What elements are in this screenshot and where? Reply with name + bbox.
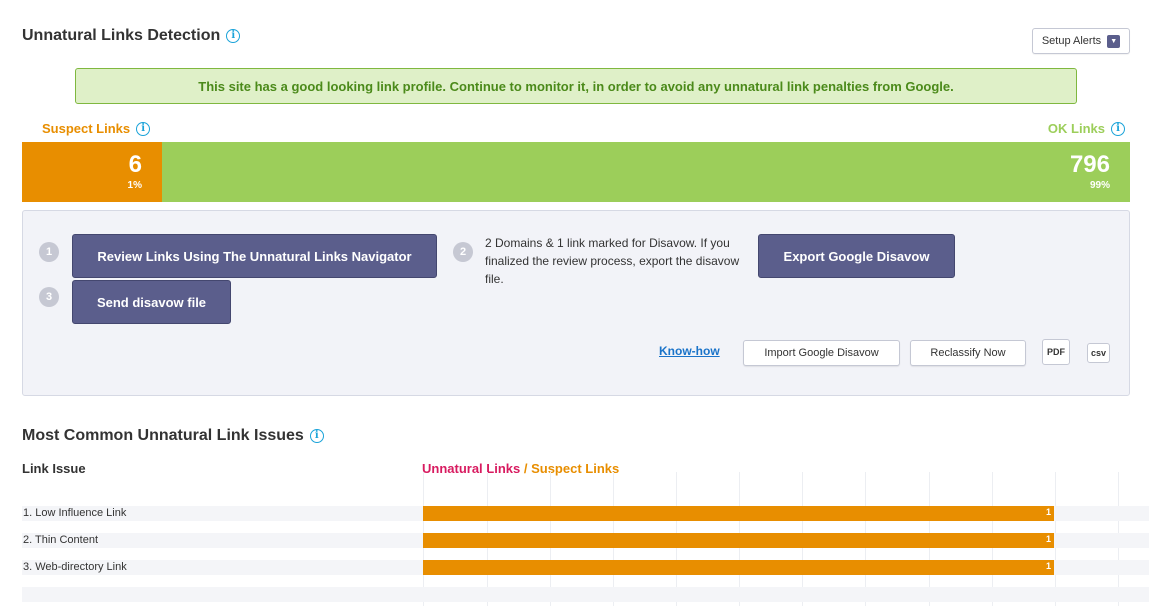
ok-links-label: OK Links i bbox=[1048, 121, 1125, 136]
pdf-export-button[interactable]: PDF bbox=[1042, 339, 1070, 365]
issue-bar-value: 1 bbox=[1045, 561, 1051, 571]
ok-links-label-text: OK Links bbox=[1047, 121, 1105, 136]
step-2-badge: 2 bbox=[453, 242, 473, 262]
dropdown-arrow-icon: ▼ bbox=[1107, 34, 1121, 48]
disavow-workflow-panel: 1 Review Links Using The Unnatural Links… bbox=[22, 210, 1130, 396]
suspect-links-count: 6 bbox=[128, 151, 142, 178]
page-title-text: Unnatural Links Detection bbox=[22, 27, 221, 44]
know-how-link[interactable]: Know-how bbox=[659, 344, 720, 358]
ok-links-count: 796 bbox=[1069, 151, 1110, 178]
step-1-badge: 1 bbox=[39, 242, 59, 262]
step-2-description: 2 Domains & 1 link marked for Disavow. I… bbox=[485, 236, 740, 286]
suspect-links-bar[interactable]: 6 1% bbox=[22, 142, 162, 202]
status-banner: This site has a good looking link profil… bbox=[75, 68, 1077, 104]
issue-label: 2. Thin Content bbox=[23, 534, 99, 546]
review-links-button[interactable]: Review Links Using The Unnatural Links N… bbox=[72, 234, 437, 278]
issues-section-title-text: Most Common Unnatural Link Issues bbox=[22, 427, 304, 444]
info-icon[interactable]: i bbox=[136, 121, 151, 136]
info-icon[interactable]: i bbox=[1111, 121, 1125, 136]
links-ratio-bar: 6 1% 796 99% bbox=[22, 142, 1130, 202]
info-icon[interactable]: i bbox=[309, 429, 324, 443]
issue-bar[interactable]: 1 bbox=[423, 506, 1054, 521]
issue-label: 3. Web-directory Link bbox=[23, 561, 127, 573]
suspect-links-percent: 1% bbox=[127, 180, 142, 191]
empty-row bbox=[22, 587, 1149, 602]
ok-links-bar[interactable]: 796 99% bbox=[162, 142, 1130, 202]
export-google-disavow-button[interactable]: Export Google Disavow bbox=[758, 234, 955, 278]
page-title: Unnatural Links Detection i bbox=[22, 27, 241, 45]
suspect-links-label-text: Suspect Links bbox=[42, 121, 131, 136]
reclassify-now-button[interactable]: Reclassify Now bbox=[910, 340, 1026, 366]
issues-section-title: Most Common Unnatural Link Issues i bbox=[22, 427, 324, 445]
issue-bar[interactable]: 1 bbox=[423, 533, 1054, 548]
info-icon[interactable]: i bbox=[226, 29, 241, 43]
step-3-badge: 3 bbox=[39, 287, 59, 307]
issues-chart: 1. Low Influence Link 1 2. Thin Content 1 3.… bbox=[22, 472, 1149, 606]
issue-bar-value: 1 bbox=[1045, 534, 1051, 544]
status-banner-text: This site has a good looking link profil… bbox=[198, 78, 954, 94]
csv-export-button[interactable]: csv bbox=[1087, 343, 1110, 363]
import-google-disavow-button[interactable]: Import Google Disavow bbox=[743, 340, 900, 366]
send-disavow-file-button[interactable]: Send disavow file bbox=[72, 280, 231, 324]
suspect-links-label: Suspect Links i bbox=[42, 121, 151, 136]
issue-bar[interactable]: 1 bbox=[423, 560, 1054, 575]
issue-label: 1. Low Influence Link bbox=[23, 507, 127, 519]
issue-bar-value: 1 bbox=[1045, 507, 1051, 517]
ok-links-percent: 99% bbox=[1089, 180, 1110, 191]
setup-alerts-button[interactable]: Setup Alerts ▼ bbox=[1032, 28, 1130, 54]
unnatural-links-page: Unnatural Links Detection i Setup Alerts… bbox=[0, 0, 1149, 606]
setup-alerts-label: Setup Alerts bbox=[1041, 35, 1102, 47]
